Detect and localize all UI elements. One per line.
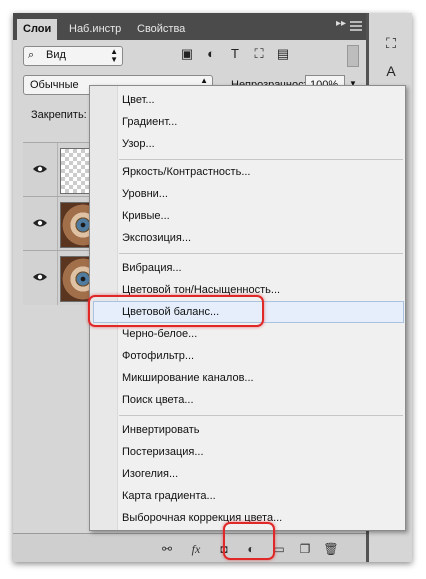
menu-item[interactable]: Инвертировать bbox=[122, 424, 199, 436]
filter-kind-select[interactable]: ⌕ Вид ▲ ▼ bbox=[23, 46, 123, 66]
eye-icon bbox=[33, 165, 47, 173]
visibility-toggle[interactable] bbox=[23, 143, 58, 197]
delete-layer-icon[interactable]: 🗑 bbox=[323, 541, 339, 557]
eye-icon bbox=[33, 219, 47, 227]
menu-item[interactable]: Поиск цвета... bbox=[122, 394, 194, 406]
type-filter-icon[interactable]: T bbox=[227, 46, 243, 62]
smart-object-filter-icon[interactable]: ▤ bbox=[275, 46, 291, 62]
layers-bottom-toolbar: ⚯ fx ◘ ◐ ▭ ❐ 🗑 bbox=[13, 533, 366, 562]
menu-item[interactable]: Черно-белое... bbox=[122, 328, 197, 340]
menu-separator bbox=[119, 415, 403, 416]
tab-properties[interactable]: Свойства bbox=[131, 19, 191, 40]
fx-icon[interactable]: fx bbox=[188, 541, 204, 557]
collapse-panel-icon[interactable]: ▸▸ bbox=[336, 18, 346, 29]
menu-separator bbox=[119, 159, 403, 160]
updown-arrows-icon: ▲▼ bbox=[110, 47, 118, 64]
visibility-toggle[interactable] bbox=[23, 197, 58, 251]
menu-item[interactable]: Фотофильтр... bbox=[122, 350, 194, 362]
search-icon: ⌕ bbox=[28, 49, 35, 61]
filter-kind-value: Вид bbox=[46, 49, 66, 61]
filter-toggle-switch[interactable] bbox=[347, 45, 359, 67]
eye-icon bbox=[33, 273, 47, 281]
panel-menu-icon[interactable] bbox=[350, 21, 362, 31]
link-layers-icon[interactable]: ⚯ bbox=[159, 541, 175, 557]
blend-mode-value: Обычные bbox=[30, 79, 79, 91]
menu-item[interactable]: Узор... bbox=[122, 138, 155, 150]
menu-item[interactable]: Цвет... bbox=[122, 94, 155, 106]
lock-label: Закрепить: bbox=[31, 109, 87, 121]
menu-separator bbox=[119, 253, 403, 254]
menu-item[interactable]: Постеризация... bbox=[122, 446, 204, 458]
highlight-ring-adjustment-button bbox=[223, 522, 275, 560]
menu-item[interactable]: Яркость/Контрастность... bbox=[122, 166, 250, 178]
menu-item[interactable]: Градиент... bbox=[122, 116, 177, 128]
menu-item[interactable]: Вибрация... bbox=[122, 262, 182, 274]
adjustment-filter-icon[interactable]: ◐ bbox=[203, 46, 219, 62]
menu-item[interactable]: Кривые... bbox=[122, 210, 170, 222]
panel-tab-bar: Слои Наб.инстр Свойства ▸▸ bbox=[13, 13, 366, 40]
character-panel-icon[interactable]: A bbox=[381, 61, 401, 81]
highlight-ring-menu-item bbox=[88, 295, 264, 327]
tab-layers[interactable]: Слои bbox=[17, 19, 58, 40]
menu-item[interactable]: Микширование каналов... bbox=[122, 372, 254, 384]
menu-item[interactable]: Уровни... bbox=[122, 188, 168, 200]
tab-tool-presets[interactable]: Наб.инстр bbox=[63, 19, 127, 40]
menu-item[interactable]: Карта градиента... bbox=[122, 490, 216, 502]
visibility-toggle[interactable] bbox=[23, 251, 58, 305]
menu-item[interactable]: Экспозиция... bbox=[122, 232, 191, 244]
dock-tool-icon[interactable]: ⛶ bbox=[381, 33, 401, 53]
shape-filter-icon[interactable]: ⛶ bbox=[251, 46, 267, 62]
new-layer-icon[interactable]: ❐ bbox=[297, 541, 313, 557]
menu-item[interactable]: Изогелия... bbox=[122, 468, 178, 480]
image-filter-icon[interactable]: ▣ bbox=[179, 46, 195, 62]
